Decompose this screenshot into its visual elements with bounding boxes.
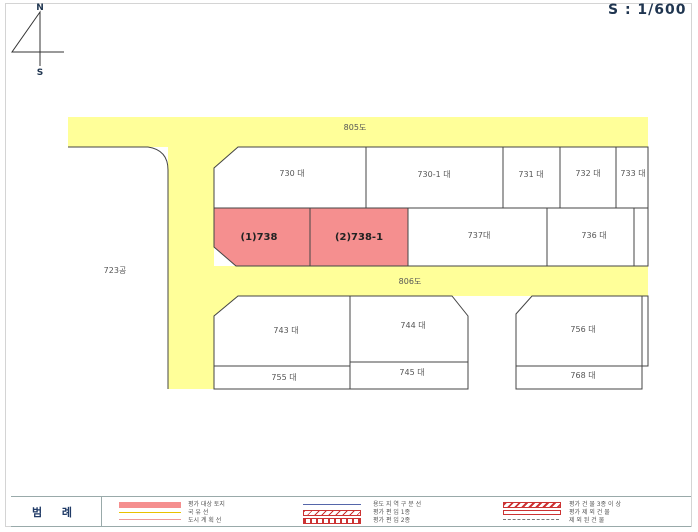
parcel-label-756: 756 대 [570, 325, 595, 334]
parcel-label-743: 743 대 [273, 326, 298, 335]
parcel-label-733: 733 대 [620, 169, 645, 178]
legend-label-road-line: 국 유 선 [188, 509, 209, 516]
parcel-label-736: 736 대 [581, 231, 606, 240]
parcel-756-east [641, 295, 649, 367]
legend: 범 례 평가 대상 토지 국 유 선 도시 계 획 선 용도 지 역 구 분 선… [11, 496, 691, 527]
legend-label-eval-plan-2: 평가 편 입 2종 [373, 517, 411, 524]
legend-swatch-urban-boundary [303, 504, 361, 505]
legend-label-eval-target-3: 평가 건 물 3종 이 상 [569, 501, 621, 508]
legend-swatch-eval-plan-2 [303, 518, 361, 524]
legend-title: 범 례 [11, 497, 102, 526]
cadastral-map: 805도 806도 723공 730 대 730-1 대 731 대 732 대… [68, 117, 649, 390]
legend-label-excluded-building: 제 외 된 건 물 [569, 517, 605, 524]
legend-label-urban-boundary: 용도 지 역 구 분 선 [373, 501, 422, 508]
legend-swatch-eval-plan-1 [303, 510, 361, 516]
parcel-label-768: 768 대 [570, 371, 595, 380]
parcel-label-744: 744 대 [400, 321, 425, 330]
parcel-label-738: (1)738 [241, 232, 278, 243]
road-label-middle: 806도 [399, 277, 422, 286]
legend-swatch-eval-target-3 [503, 502, 561, 508]
legend-label-city-plan-line: 도시 계 획 선 [188, 517, 222, 524]
legend-swatch-target-land [119, 502, 181, 508]
legend-label-target-land: 평가 대상 토지 [188, 501, 225, 508]
parcel-label-745: 745 대 [399, 368, 424, 377]
parcel-label-730: 730 대 [279, 169, 304, 178]
parcel-label-755: 755 대 [271, 373, 296, 382]
parcel-736-east [633, 207, 649, 267]
road-middle [214, 266, 648, 296]
legend-swatch-excluded-building [503, 519, 559, 520]
parcel-label-731: 731 대 [518, 170, 543, 179]
road-top [68, 117, 648, 147]
parcel-label-732: 732 대 [575, 169, 600, 178]
parcel-label-737: 737대 [468, 231, 491, 240]
parcel-label-730-1: 730-1 대 [417, 170, 450, 179]
legend-swatch-eval-exclude [503, 510, 561, 515]
parcel-label-738-1: (2)738-1 [335, 232, 383, 243]
legend-label-eval-plan-1: 평가 편 입 1종 [373, 509, 411, 516]
legend-swatch-city-plan-line [119, 519, 181, 520]
legend-label-eval-exclude: 평가 제 외 건 물 [569, 509, 610, 516]
road-vertical [168, 117, 214, 389]
legend-swatch-road-line [119, 512, 181, 513]
road-label-top: 805도 [344, 123, 367, 132]
road-label-left: 723공 [104, 266, 127, 275]
